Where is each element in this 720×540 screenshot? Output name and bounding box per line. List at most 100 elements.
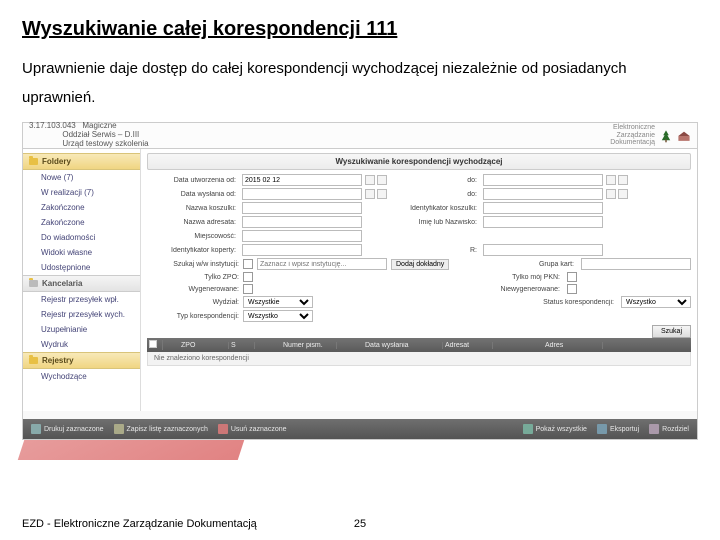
label-niewygenerowane: Niewygenerowane:	[479, 286, 563, 293]
label-tylko-moj-pkn: Tylko mój PKN:	[479, 274, 563, 281]
sidebar: Foldery Nowe (7) W realizacji (7) Zakońc…	[23, 149, 141, 411]
calendar-icon[interactable]	[606, 189, 616, 199]
select-typ[interactable]: Wszystko	[243, 310, 313, 322]
clear-icon[interactable]	[377, 189, 387, 199]
select-wydzial[interactable]: Wszystkie	[243, 296, 313, 308]
topbar-ip: 3.17.103.043	[29, 121, 76, 130]
input-data-utw-od[interactable]	[242, 174, 362, 186]
label-ident-koperty: Identyfikator koperty:	[147, 247, 239, 254]
app-screenshot: 3.17.103.043 Magiczne Oddział Serwis – D…	[22, 122, 698, 440]
main-panel: Wyszukiwanie korespondencji wychodzącej …	[141, 149, 697, 411]
input-ident-koperty[interactable]	[242, 244, 362, 256]
action-showall[interactable]: Pokaż wszystkie	[523, 424, 587, 434]
label-data-wys-od: Data wysłania od:	[147, 191, 239, 198]
slide-description: Uprawnienie daje dostęp do całej korespo…	[22, 55, 698, 112]
archive-icon	[114, 424, 124, 434]
col-adresat[interactable]: Adresat	[443, 342, 493, 349]
sidebar-header-rejestry[interactable]: Rejestry	[23, 352, 140, 369]
sidebar-header-foldery[interactable]: Foldery	[23, 153, 140, 170]
label-imie-nazwisko: Imię lub Nazwisko:	[396, 219, 480, 226]
input-nazwa-adresata[interactable]	[242, 216, 362, 228]
sidebar-item-dowiadomosci[interactable]: Do wiadomości	[23, 230, 140, 245]
action-bar: Drukuj zaznaczone Zapisz listę zaznaczon…	[23, 419, 697, 439]
checkbox-szukaj-inst[interactable]	[243, 259, 253, 269]
input-nazwa-koszulki[interactable]	[242, 202, 362, 214]
list-icon	[523, 424, 533, 434]
col-adres[interactable]: Adres	[543, 342, 603, 349]
clear-icon[interactable]	[618, 175, 628, 185]
label-grupa-kart: Grupa kart:	[507, 261, 577, 268]
checkbox-wygenerowane[interactable]	[243, 284, 253, 294]
topbar-org: 3.17.103.043 Magiczne Oddział Serwis – D…	[29, 122, 149, 148]
col-check[interactable]	[147, 340, 163, 350]
sidebar-item-udostepnione[interactable]: Udostępnione	[23, 260, 140, 275]
search-form: Data utworzenia od: do: Data wysłania od…	[147, 174, 691, 256]
no-results-row: Nie znaleziono korespondencji	[147, 352, 691, 366]
sidebar-item-wychodzace[interactable]: Wychodzące	[23, 369, 140, 384]
trash-icon	[218, 424, 228, 434]
checkbox-tylko-zpo[interactable]	[243, 272, 253, 282]
sidebar-item-zakonczone2[interactable]: Zakończone	[23, 215, 140, 230]
split-icon	[649, 424, 659, 434]
label-wygenerowane: Wygenerowane:	[147, 286, 239, 293]
calendar-icon[interactable]	[365, 189, 375, 199]
input-imie-nazwisko[interactable]	[483, 216, 603, 228]
action-export[interactable]: Eksportuj	[597, 424, 639, 434]
sidebar-item-widoki[interactable]: Widoki własne	[23, 245, 140, 260]
action-savelist[interactable]: Zapisz listę zaznaczonych	[114, 424, 208, 434]
checkbox-niewygenerowane[interactable]	[567, 284, 577, 294]
panel-title: Wyszukiwanie korespondencji wychodzącej	[147, 153, 691, 170]
checkbox-tylko-moj-pkn[interactable]	[567, 272, 577, 282]
input-data-utw-do[interactable]	[483, 174, 603, 186]
app-topbar: 3.17.103.043 Magiczne Oddział Serwis – D…	[23, 123, 697, 149]
input-r[interactable]	[483, 244, 603, 256]
label-typ: Typ korespondencji:	[147, 313, 239, 320]
search-button[interactable]: Szukaj	[652, 325, 691, 338]
input-grupa-kart[interactable]	[581, 258, 691, 270]
action-delete[interactable]: Usuń zaznaczone	[218, 424, 287, 434]
page-number: 25	[310, 518, 410, 530]
label-nazwa-adresata: Nazwa adresata:	[147, 219, 239, 226]
action-split[interactable]: Rozdziel	[649, 424, 689, 434]
sidebar-item-wrealizacji[interactable]: W realizacji (7)	[23, 185, 140, 200]
export-icon	[597, 424, 607, 434]
col-data-wyslania[interactable]: Data wysłania	[363, 342, 443, 349]
input-szukaj-inst[interactable]	[257, 258, 387, 270]
label-do: do:	[396, 177, 480, 184]
clear-icon[interactable]	[377, 175, 387, 185]
label-nazwa-koszulki: Nazwa koszulki:	[147, 205, 239, 212]
input-data-wys-od[interactable]	[242, 188, 362, 200]
sidebar-item-rej-wych[interactable]: Rejestr przesyłek wych.	[23, 307, 140, 322]
clear-icon[interactable]	[618, 189, 628, 199]
button-dodaj-dokladny[interactable]: Dodaj dokładny	[391, 259, 449, 270]
input-data-wys-do[interactable]	[483, 188, 603, 200]
sidebar-header-kancelaria[interactable]: Kancelaria	[23, 275, 140, 292]
sidebar-item-rej-wpl[interactable]: Rejestr przesyłek wpł.	[23, 292, 140, 307]
col-s[interactable]: S	[229, 342, 255, 349]
label-ident-koszulki: Identyfikator koszulki:	[396, 205, 480, 212]
results-table-header: ZPO S Numer pism. Data wysłania Adresat …	[147, 338, 691, 352]
calendar-icon[interactable]	[365, 175, 375, 185]
input-ident-koszulki[interactable]	[483, 202, 603, 214]
input-miejscowosc[interactable]	[242, 230, 362, 242]
calendar-icon[interactable]	[606, 175, 616, 185]
action-print[interactable]: Drukuj zaznaczone	[31, 424, 104, 434]
label-data-utw-od: Data utworzenia od:	[147, 177, 239, 184]
sidebar-item-wydruk[interactable]: Wydruk	[23, 337, 140, 352]
topbar-brand: Elektroniczne Zarządzanie Dokumentacją	[610, 124, 691, 146]
label-tylko-zpo: Tylko ZPO:	[147, 274, 239, 281]
sidebar-item-uzupelnianie[interactable]: Uzupełnianie	[23, 322, 140, 337]
label-miejscowosc: Miejscowość:	[147, 233, 239, 240]
label-r: R:	[396, 247, 480, 254]
folder-icon	[29, 357, 38, 364]
label-status: Status korespondencji:	[517, 299, 617, 306]
house-icon	[677, 130, 691, 142]
label-do2: do:	[396, 191, 480, 198]
select-status[interactable]: Wszystko	[621, 296, 691, 308]
printer-icon	[31, 424, 41, 434]
col-zpo[interactable]: ZPO	[179, 342, 229, 349]
col-numer[interactable]: Numer pism.	[281, 342, 337, 349]
sidebar-item-zakonczone[interactable]: Zakończone	[23, 200, 140, 215]
slide-title: Wyszukiwanie całej korespondencji 111	[22, 18, 698, 41]
sidebar-item-nowe[interactable]: Nowe (7)	[23, 170, 140, 185]
